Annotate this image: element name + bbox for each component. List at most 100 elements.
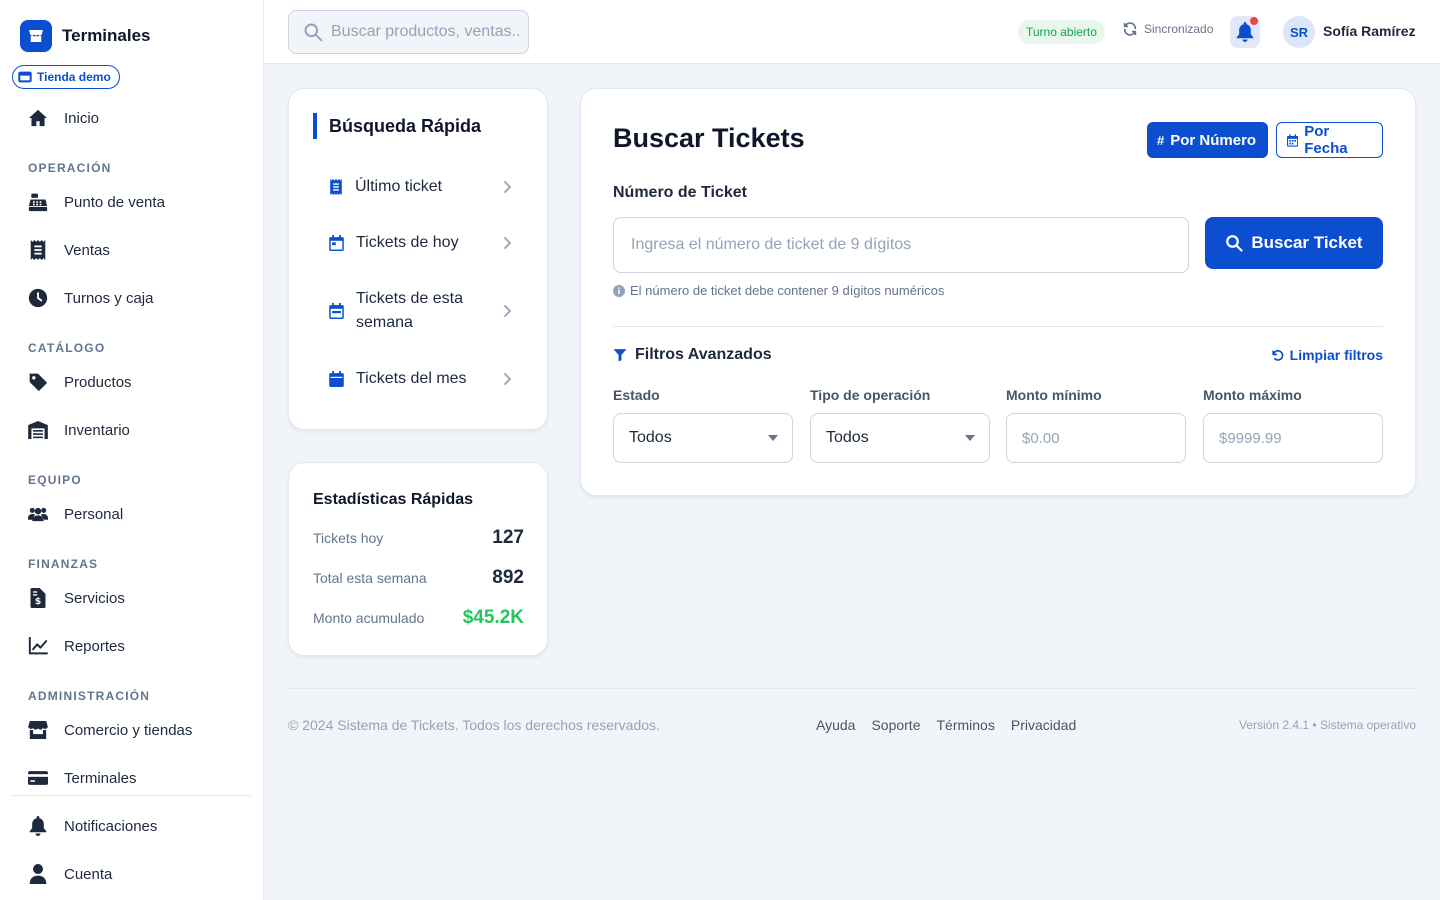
stat-value: 892: [492, 567, 524, 588]
bell-icon: [28, 816, 48, 836]
brand[interactable]: Terminales: [20, 20, 151, 52]
sidebar-item-label: Productos: [64, 373, 132, 391]
sidebar-item-inicio[interactable]: Inicio: [12, 98, 251, 138]
sidebar-item-cuenta[interactable]: Cuenta: [12, 854, 251, 894]
min-amount-input[interactable]: [1022, 429, 1170, 447]
status-filter-label: Estado: [613, 387, 660, 403]
top-header: Turno abierto Sincronizado SR Sofía Ramí…: [264, 0, 1440, 64]
stat-value: 127: [492, 527, 524, 548]
quick-search-month[interactable]: Tickets del mes: [313, 355, 525, 403]
stat-row-accumulated: Monto acumulado $45.2K: [313, 607, 524, 629]
sidebar-item-label: Inicio: [64, 109, 100, 127]
chevron-right-icon: [504, 305, 511, 317]
sidebar-item-label: Servicios: [64, 589, 125, 607]
calendar-icon: [1287, 133, 1299, 147]
max-amount-label: Monto máximo: [1203, 387, 1302, 403]
sidebar-item-label: Cuenta: [64, 865, 113, 883]
cash-register-icon: [28, 192, 48, 212]
quick-search-today[interactable]: Tickets de hoy: [313, 219, 525, 267]
sidebar-item-personal[interactable]: Personal: [12, 494, 251, 534]
sidebar: Terminales Tienda demo Inicio OPERACIÓN …: [0, 0, 264, 900]
tab-by-date[interactable]: Por Fecha: [1276, 122, 1383, 158]
sidebar-divider: [12, 795, 251, 796]
sidebar-item-label: Turnos y caja: [64, 289, 154, 307]
stat-row-week-total: Total esta semana 892: [313, 567, 524, 589]
search-input[interactable]: [331, 23, 521, 41]
section-equipo: EQUIPO: [28, 473, 82, 487]
store-icon: [28, 720, 48, 740]
stat-label: Total esta semana: [313, 570, 427, 586]
sidebar-item-label: Terminales: [64, 769, 137, 787]
sidebar-item-inventario[interactable]: Inventario: [12, 410, 251, 450]
calendar-week-icon: [329, 303, 344, 319]
max-amount-field[interactable]: [1203, 413, 1383, 463]
store-badge[interactable]: Tienda demo: [12, 65, 120, 89]
version-info: Versión 2.4.1 • Sistema operativo: [1239, 718, 1416, 732]
avatar[interactable]: SR: [1283, 16, 1315, 48]
tab-by-number[interactable]: # Por Número: [1147, 122, 1268, 158]
footer-link-terminos[interactable]: Términos: [937, 717, 995, 733]
section-administracion: ADMINISTRACIÓN: [28, 689, 151, 703]
advanced-filters-header: Filtros Avanzados: [613, 346, 772, 364]
footer-link-soporte[interactable]: Soporte: [871, 717, 920, 733]
ticket-hint: El número de ticket debe contener 9 dígi…: [613, 283, 944, 298]
sidebar-item-label: Punto de venta: [64, 193, 165, 211]
operation-type-value: Todos: [826, 429, 869, 446]
shift-status-badge: Turno abierto: [1018, 20, 1105, 44]
global-search[interactable]: [288, 10, 529, 54]
max-amount-input[interactable]: [1219, 429, 1367, 447]
tag-icon: [28, 372, 48, 392]
sidebar-item-label: Ventas: [64, 241, 110, 259]
search-ticket-button[interactable]: Buscar Ticket: [1205, 217, 1383, 269]
chevron-right-icon: [504, 373, 511, 385]
sidebar-item-terminales[interactable]: Terminales: [12, 758, 251, 798]
notifications-button[interactable]: [1230, 16, 1260, 48]
search-ticket-label: Buscar Ticket: [1251, 233, 1363, 252]
chevron-right-icon: [504, 181, 511, 193]
calendar-icon: [329, 371, 344, 387]
store-icon: [18, 71, 32, 83]
copyright: © 2024 Sistema de Tickets. Todos los der…: [288, 717, 660, 733]
receipt-icon: [28, 240, 48, 260]
sidebar-item-punto-de-venta[interactable]: Punto de venta: [12, 182, 251, 222]
quick-search-label: Tickets de hoy: [356, 234, 459, 251]
notification-dot: [1250, 17, 1258, 25]
status-select[interactable]: Todos: [613, 413, 793, 463]
footer-link-ayuda[interactable]: Ayuda: [816, 717, 855, 733]
page-title: Buscar Tickets: [613, 123, 805, 153]
min-amount-field[interactable]: [1006, 413, 1186, 463]
sidebar-item-label: Inventario: [64, 421, 130, 439]
sidebar-item-ventas[interactable]: Ventas: [12, 230, 251, 270]
search-icon: [304, 23, 323, 42]
sidebar-item-servicios[interactable]: $ Servicios: [12, 578, 251, 618]
quick-search-week[interactable]: Tickets de esta semana: [313, 275, 525, 347]
operation-type-select[interactable]: Todos: [810, 413, 990, 463]
quick-search-last-ticket[interactable]: Último ticket: [313, 163, 525, 211]
sidebar-item-notificaciones[interactable]: Notificaciones: [12, 806, 251, 846]
stat-label: Monto acumulado: [313, 610, 425, 626]
sidebar-item-comercio-y-tiendas[interactable]: Comercio y tiendas: [12, 710, 251, 750]
sidebar-item-reportes[interactable]: Reportes: [12, 626, 251, 666]
ticket-number-input[interactable]: [613, 217, 1189, 273]
clear-filters-button[interactable]: Limpiar filtros: [1271, 347, 1383, 363]
tab-label: Por Fecha: [1304, 123, 1348, 157]
clock-icon: [28, 288, 48, 308]
bell-icon: [1236, 22, 1254, 42]
stat-label: Tickets hoy: [313, 530, 384, 546]
sidebar-item-label: Personal: [64, 505, 124, 523]
quick-search-label: Tickets de esta semana: [356, 290, 464, 331]
sidebar-item-productos[interactable]: Productos: [12, 362, 251, 402]
chart-line-icon: [28, 636, 48, 656]
warehouse-icon: [28, 420, 48, 440]
ticket-search-card: Buscar Tickets # Por Número Por Fecha Nú…: [580, 88, 1416, 496]
users-icon: [28, 504, 48, 524]
quick-search-title: Búsqueda Rápida: [313, 113, 481, 139]
sidebar-item-label: Comercio y tiendas: [64, 721, 193, 739]
user-name[interactable]: Sofía Ramírez: [1323, 23, 1416, 39]
receipt-icon: [330, 179, 342, 195]
section-divider: [613, 326, 1383, 327]
footer-link-privacidad[interactable]: Privacidad: [1011, 717, 1076, 733]
ticket-number-label: Número de Ticket: [613, 184, 747, 201]
sidebar-item-turnos-y-caja[interactable]: Turnos y caja: [12, 278, 251, 318]
quick-stats-title: Estadísticas Rápidas: [313, 491, 474, 508]
